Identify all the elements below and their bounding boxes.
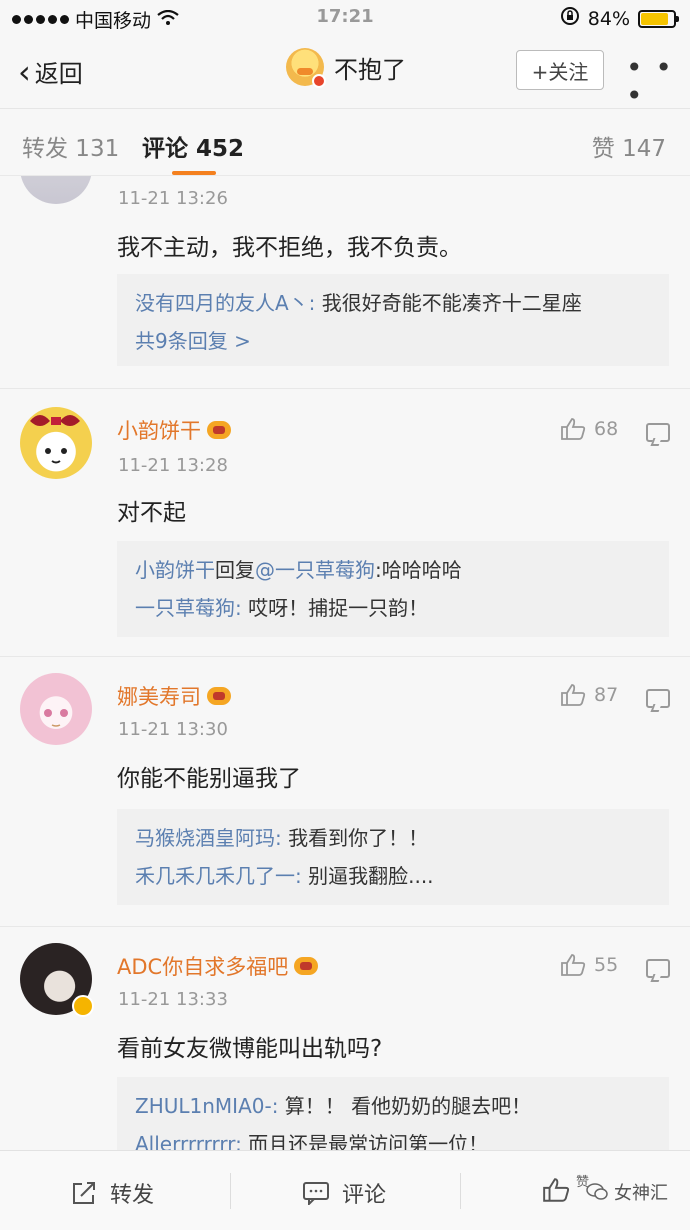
verified-badge-icon (72, 995, 94, 1017)
like-count: 87 (594, 684, 619, 706)
verified-badge-icon (312, 74, 326, 88)
comment-icon (303, 1182, 329, 1205)
status-bar: 中国移动 17:21 84% (0, 0, 690, 36)
rotation-lock-icon (560, 6, 580, 31)
avatar[interactable] (20, 176, 92, 204)
reply-item: 一只草莓狗: 哎呀！捕捉一只韵！ (135, 589, 651, 627)
divider (0, 388, 690, 389)
avatar[interactable] (20, 673, 92, 745)
like-count: 68 (594, 418, 619, 440)
vip-badge-icon (207, 421, 231, 439)
reply-author[interactable]: 禾几禾几禾几了一: (135, 864, 302, 888)
battery-icon (638, 9, 679, 28)
reply-text: 我看到你了！！ (281, 826, 429, 850)
thumbs-up-icon (543, 1178, 570, 1202)
avatar[interactable] (286, 48, 326, 88)
comment-username[interactable]: 娜美寿司 (117, 681, 231, 711)
repost-label: 转发 (110, 1183, 155, 1208)
reply-author[interactable]: 一只草莓狗: (135, 596, 242, 620)
reply-item: 小韵饼干回复@一只草莓狗:哈哈哈哈 (135, 558, 462, 582)
comment-time: 11-21 13:26 (118, 188, 228, 209)
reply-box[interactable]: 小韵饼干回复@一只草莓狗:哈哈哈哈 一只草莓狗: 哎呀！捕捉一只韵！ (117, 541, 669, 637)
comment-list[interactable]: 11-21 13:26 我不主动，我不拒绝，我不负责。 没有四月的友人A丶: 我… (0, 176, 690, 1150)
reply-text: 别逼我翻脸.... (301, 864, 434, 888)
reply-icon[interactable] (646, 423, 670, 442)
divider (0, 656, 690, 657)
tab-comments[interactable]: 评论 452 (142, 129, 244, 163)
reply-item: ZHUL1nMIA0-: 算！！ 看他奶奶的腿去吧！ (135, 1087, 651, 1125)
divider (0, 926, 690, 927)
comment-text: 对不起 (117, 500, 186, 526)
nav-title-group[interactable]: 不抱了 (286, 48, 406, 88)
vip-badge-icon (207, 687, 231, 705)
comment-text: 我不主动，我不拒绝，我不负责。 (117, 235, 462, 261)
back-button[interactable]: ‹ 返回 (18, 54, 83, 89)
reply-text: 算！！ 看他奶奶的腿去吧！ (278, 1094, 532, 1118)
follow-button[interactable]: +关注 (516, 50, 604, 90)
reply-author[interactable]: 马猴烧酒皇阿玛: (135, 826, 282, 850)
reply-box[interactable]: ZHUL1nMIA0-: 算！！ 看他奶奶的腿去吧！ Allerrrrrrrr:… (117, 1077, 669, 1150)
reply-text: 而且还是最常访问第一位！ (241, 1132, 489, 1150)
active-tab-indicator (172, 171, 216, 175)
reply-item: 禾几禾几禾几了一: 别逼我翻脸.... (135, 857, 651, 895)
comment-username[interactable]: ADC你自求多福吧 (117, 951, 319, 981)
comment-label: 评论 (342, 1183, 387, 1208)
reply-box[interactable]: 马猴烧酒皇阿玛: 我看到你了！！ 禾几禾几禾几了一: 别逼我翻脸.... (117, 809, 669, 905)
vip-badge-icon (294, 957, 319, 975)
avatar[interactable] (20, 943, 94, 1017)
battery-percent: 84% (587, 7, 630, 30)
page-title: 不抱了 (334, 55, 406, 84)
reply-author[interactable]: 小韵饼干 (135, 558, 215, 582)
chevron-left-icon: ‹ (18, 52, 31, 91)
wechat-logo-icon (586, 1183, 608, 1200)
reply-item: 没有四月的友人A丶: 我很好奇能不能凑齐十二星座 (135, 284, 651, 322)
like-count: 55 (594, 954, 619, 976)
reply-mention[interactable]: @一只草莓狗 (255, 558, 375, 582)
watermark-text: 女神汇 (614, 1183, 668, 1204)
comment-time: 11-21 13:33 (118, 989, 228, 1010)
share-icon (73, 1182, 95, 1204)
watermark: 女神汇 (586, 1179, 668, 1205)
reply-item: Allerrrrrrrr: 而且还是最常访问第一位！ (135, 1125, 651, 1150)
like-button[interactable]: 55 (560, 953, 618, 977)
reply-text: 我很好奇能不能凑齐十二星座 (315, 291, 582, 315)
reply-author[interactable]: ZHUL1nMIA0-: (135, 1094, 278, 1118)
comment-username[interactable]: 小韵饼干 (117, 415, 231, 445)
thumbs-up-icon (561, 954, 586, 976)
thumbs-up-icon (561, 418, 586, 440)
back-label: 返回 (34, 60, 83, 88)
repost-button[interactable]: 转发 (72, 1177, 154, 1209)
divider (230, 1173, 231, 1209)
comment-time: 11-21 13:28 (118, 455, 228, 476)
nav-bar: ‹ 返回 不抱了 +关注 • • • (0, 36, 690, 110)
reply-box[interactable]: 没有四月的友人A丶: 我很好奇能不能凑齐十二星座 共9条回复 > (117, 274, 669, 366)
reply-author[interactable]: Allerrrrrrrr: (135, 1132, 242, 1150)
divider (460, 1173, 461, 1209)
comment-button[interactable]: 评论 (302, 1177, 386, 1209)
thumbs-up-icon (561, 684, 586, 706)
tab-repost[interactable]: 转发 131 (22, 129, 119, 163)
like-button[interactable]: 87 (560, 683, 618, 707)
comment-text: 你能不能别逼我了 (117, 766, 301, 792)
bottom-toolbar: 转发 评论 赞 女神汇 (0, 1150, 690, 1230)
tab-bar: 转发 131 评论 452 赞 147 (0, 108, 690, 176)
like-button[interactable]: 68 (560, 417, 618, 441)
reply-author[interactable]: 没有四月的友人A丶: (135, 291, 315, 315)
comment-time: 11-21 13:30 (118, 719, 228, 740)
comment-text: 看前女友微博能叫出轨吗? (117, 1036, 383, 1062)
reply-text: 哎呀！捕捉一只韵！ (241, 596, 429, 620)
reply-icon[interactable] (646, 689, 670, 708)
more-replies-link[interactable]: 共9条回复 > (135, 322, 651, 360)
avatar[interactable] (20, 407, 92, 479)
reply-item: 马猴烧酒皇阿玛: 我看到你了！！ (135, 819, 651, 857)
reply-icon[interactable] (646, 959, 670, 978)
more-options-icon[interactable]: • • • (626, 54, 690, 110)
tab-likes[interactable]: 赞 147 (592, 129, 666, 163)
